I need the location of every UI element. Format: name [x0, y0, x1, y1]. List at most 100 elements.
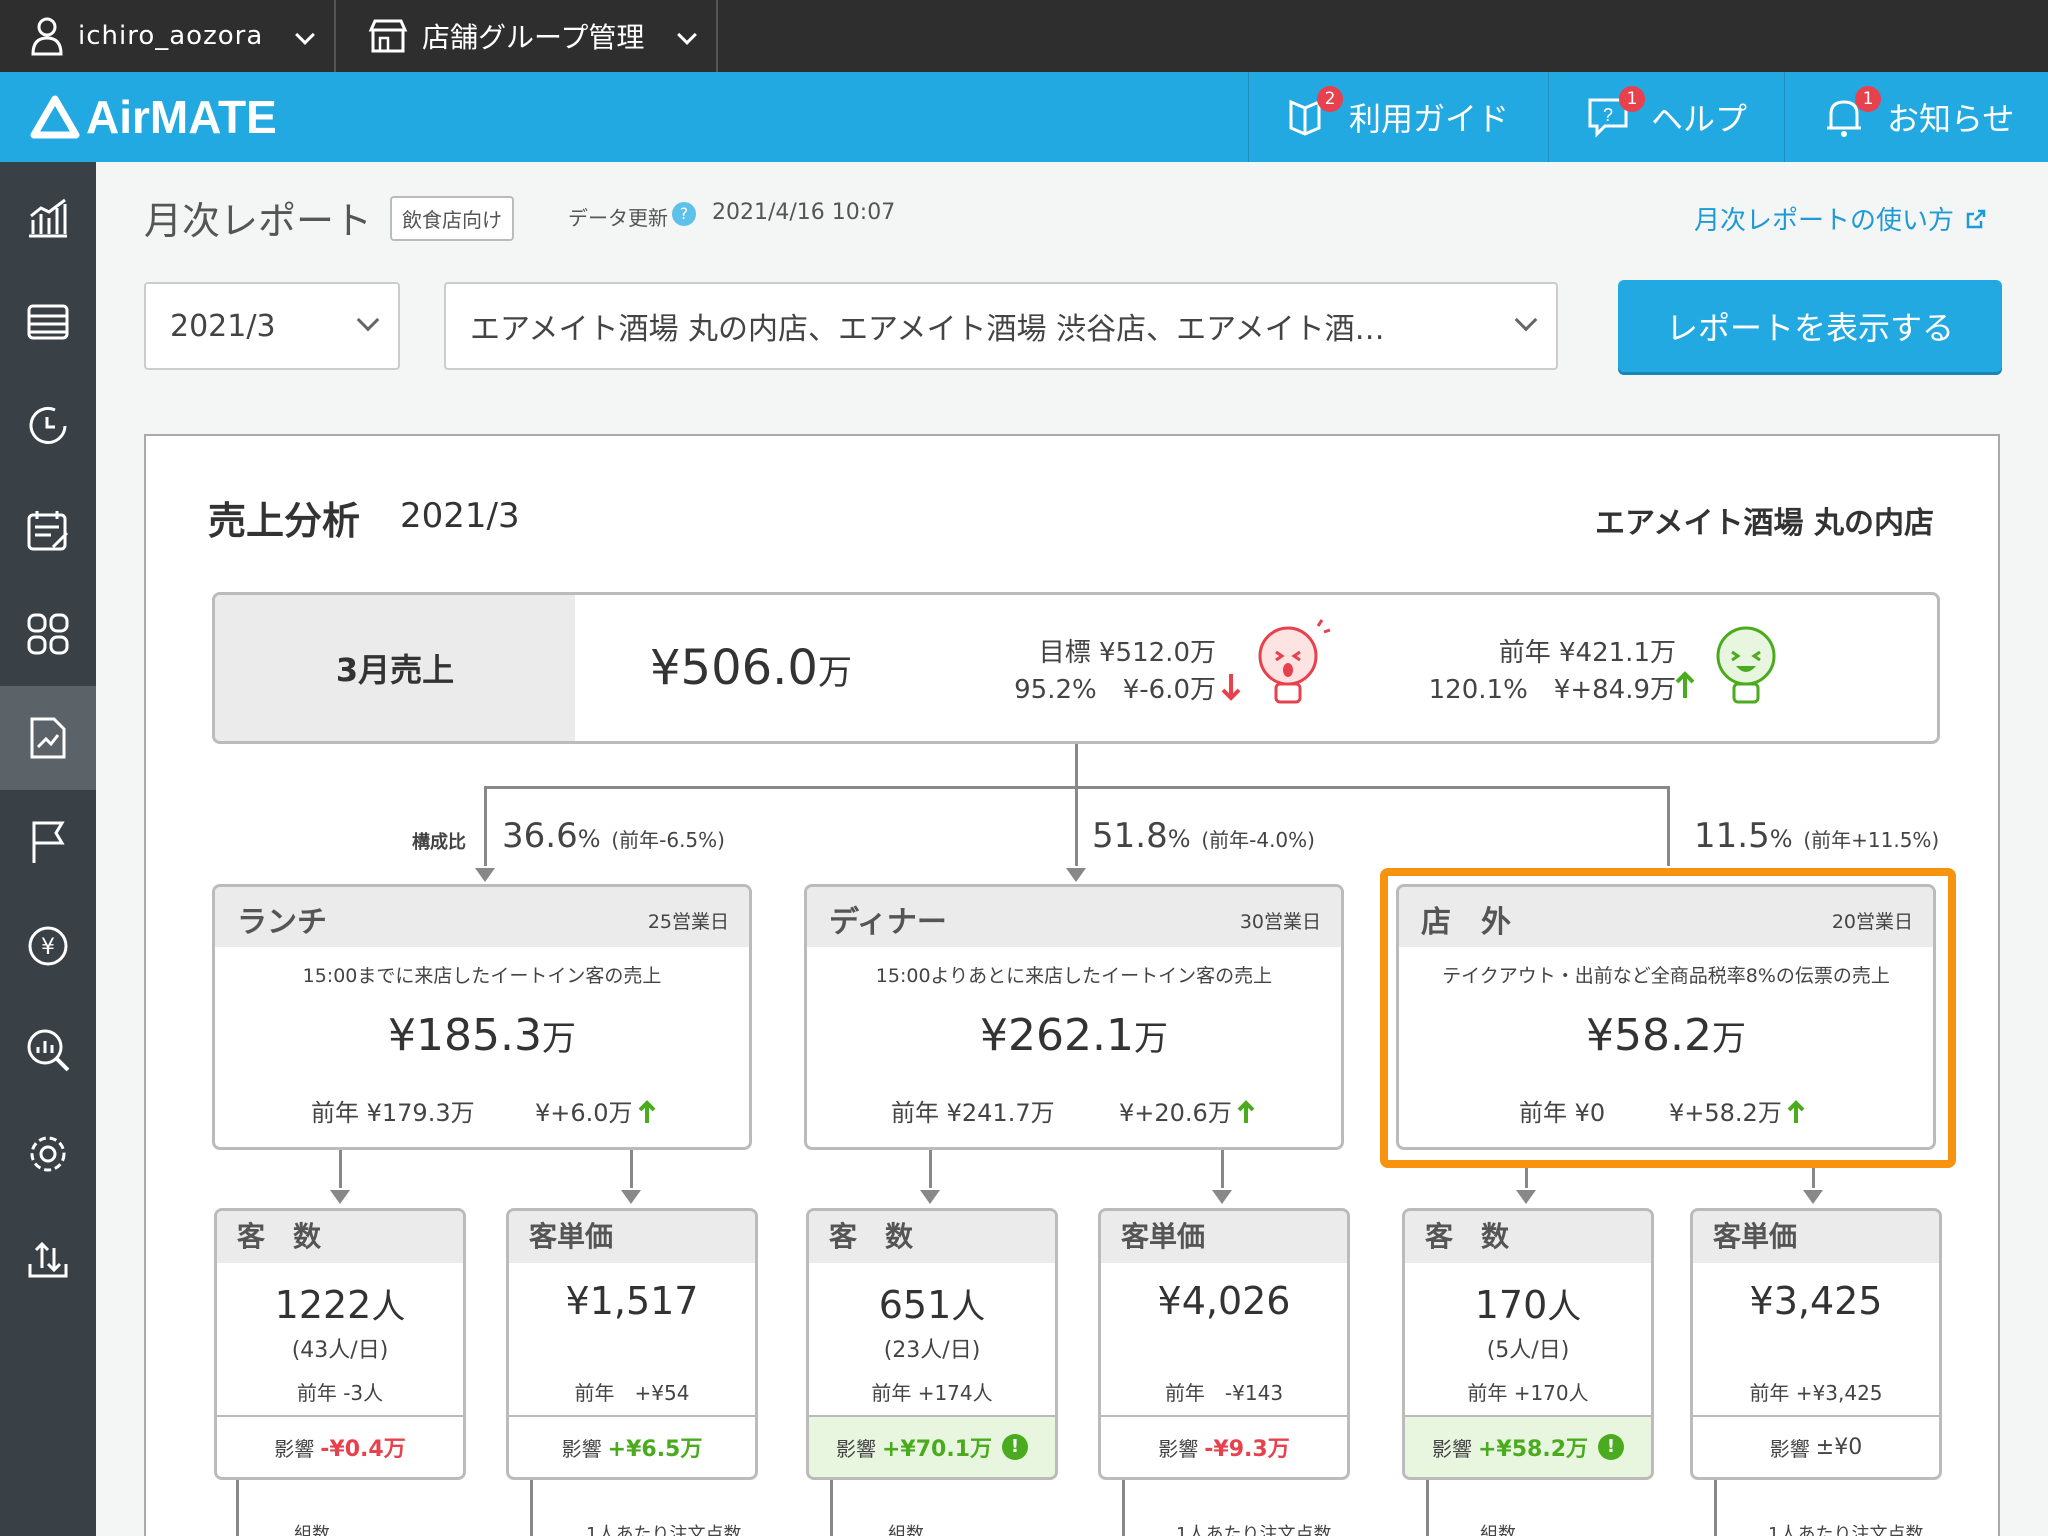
store-value: エアメイト酒場 丸の内店、エアメイト酒場 渋谷店、エアメイト酒… — [470, 312, 1385, 347]
sub-metric-label: 1人あたり注文点数 — [1768, 1524, 1924, 1536]
report-icon — [30, 717, 66, 759]
app-header: AirMATE 2 利用ガイド ? 1 ヘルプ 1 お知らせ — [0, 72, 2048, 162]
grid-icon — [27, 613, 69, 655]
store-group-menu[interactable]: 店舗グループ管理 — [338, 0, 718, 72]
sub-metric-label: 組数 — [1480, 1524, 1516, 1536]
upload-icon — [28, 1241, 68, 1278]
sidebar-item-report[interactable] — [0, 686, 96, 790]
guide-nav[interactable]: 2 利用ガイド — [1248, 72, 1548, 162]
prev-year-comparison: 前年 ¥421.1万 120.1% ¥+84.9万 — [1428, 638, 1676, 705]
metric-prev: 前年 -¥143 — [1164, 1381, 1284, 1405]
segment-prev: 前年 ¥179.3万 — [311, 1099, 475, 1127]
sidebar: ¥ — [0, 162, 96, 1536]
metric-value: ¥3,425 — [1749, 1279, 1883, 1323]
help-badge: 1 — [1619, 86, 1645, 112]
update-label: データ更新 — [568, 206, 668, 230]
metric-title: 客 数 — [217, 1211, 463, 1263]
metric-impact: 影響 -¥0.4万 — [217, 1415, 463, 1477]
svg-text:?: ? — [1603, 105, 1613, 125]
segment-diff: ¥+20.6万 — [1119, 1093, 1256, 1128]
chevron-down-icon — [356, 308, 380, 332]
yen-icon: ¥ — [28, 926, 68, 966]
connector-line — [929, 1150, 932, 1188]
month-select[interactable]: 2021/3 — [144, 282, 400, 370]
segment-amount: ¥185.3万 — [388, 1010, 576, 1061]
store-group-label: 店舗グループ管理 — [422, 21, 645, 54]
store-select[interactable]: エアメイト酒場 丸の内店、エアメイト酒場 渋谷店、エアメイト酒… — [444, 282, 1558, 370]
show-report-button[interactable]: レポートを表示する — [1618, 280, 2002, 372]
metric-title: 客 数 — [809, 1211, 1055, 1263]
metric-value: ¥4,026 — [1157, 1279, 1291, 1323]
table-icon — [27, 304, 69, 340]
connector-line — [1714, 1480, 1717, 1536]
up-arrow-icon — [1675, 671, 1695, 698]
sidebar-item-calendar[interactable] — [0, 478, 96, 582]
arrow-head — [621, 1190, 641, 1204]
connector-line — [1426, 1480, 1429, 1536]
total-sales-label: 3月売上 — [215, 595, 575, 741]
help-question-icon[interactable]: ? — [672, 202, 696, 226]
connector-line — [1075, 786, 1078, 866]
metric-per-day: (43人/日) — [291, 1338, 389, 1363]
sidebar-item-history[interactable] — [0, 374, 96, 478]
segment-prev: 前年 ¥241.7万 — [891, 1099, 1055, 1127]
segment-diff: ¥+6.0万 — [535, 1093, 657, 1128]
logo-mark-icon — [30, 95, 80, 139]
logo-text: AirMATE — [86, 91, 277, 143]
help-nav[interactable]: ? 1 ヘルプ — [1548, 72, 1784, 162]
sidebar-item-settings[interactable] — [0, 1102, 96, 1206]
howto-link[interactable]: 月次レポートの使い方 — [1694, 200, 1988, 237]
guide-badge: 2 — [1317, 86, 1343, 112]
metric-impact: 影響 +¥70.1万! — [809, 1415, 1055, 1477]
news-label: お知らせ — [1887, 100, 2015, 138]
metric-prev: 前年 +¥3,425 — [1749, 1381, 1883, 1405]
connector-line — [1812, 1168, 1815, 1188]
sidebar-item-upload[interactable] — [0, 1206, 96, 1310]
history-icon — [29, 407, 67, 444]
settings-icon — [30, 1136, 66, 1172]
sidebar-item-table[interactable] — [0, 270, 96, 374]
airmate-logo[interactable]: AirMATE — [30, 90, 277, 144]
ratio-dinner: 51.8% (前年-4.0%) — [1092, 816, 1315, 856]
news-nav[interactable]: 1 お知らせ — [1784, 72, 2048, 162]
metric-card-customers[interactable]: 客 数 1222人 (43人/日) 前年 -3人 影響 -¥0.4万 — [214, 1208, 466, 1480]
metric-card-customers[interactable]: 客 数 651人 (23人/日) 前年 +174人 影響 +¥70.1万! — [806, 1208, 1058, 1480]
arrow-head — [475, 868, 495, 882]
page-title: 月次レポート — [144, 199, 373, 243]
metric-title: 客 数 — [1405, 1211, 1651, 1263]
alert-icon: ! — [1598, 1434, 1625, 1460]
section-title: 売上分析 — [208, 499, 361, 543]
arrow-head — [1803, 1190, 1823, 1204]
chevron-down-icon — [677, 25, 697, 45]
happy-bulb-icon — [1716, 626, 1776, 704]
metric-per-day: (5人/日) — [1486, 1338, 1570, 1363]
business-days: 30営業日 — [1239, 911, 1321, 933]
sidebar-item-analysis[interactable] — [0, 998, 96, 1102]
sidebar-item-grid[interactable] — [0, 582, 96, 686]
section-month: 2021/3 — [400, 496, 520, 536]
segment-card-dinner[interactable]: ディナー 30営業日 15:00よりあとに来店したイートイン客の売上 ¥262.1… — [804, 884, 1344, 1150]
arrow-head — [330, 1190, 350, 1204]
metric-card-customers[interactable]: 客 数 170人 (5人/日) 前年 +170人 影響 +¥58.2万! — [1402, 1208, 1654, 1480]
metric-card-unit-price[interactable]: 客単価 ¥1,517 前年 +¥54 影響 +¥6.5万 — [506, 1208, 758, 1480]
segment-card-lunch[interactable]: ランチ 25営業日 15:00までに来店したイートイン客の売上 ¥185.3万 前… — [212, 884, 752, 1150]
sidebar-item-yen[interactable]: ¥ — [0, 894, 96, 998]
connector-line — [1221, 1150, 1224, 1188]
connector-line — [530, 1480, 533, 1536]
sidebar-item-flag[interactable] — [0, 790, 96, 894]
sub-metric-label: 組数 — [888, 1524, 924, 1536]
connector-line — [830, 1480, 833, 1536]
metric-card-unit-price[interactable]: 客単価 ¥4,026 前年 -¥143 影響 -¥9.3万 — [1098, 1208, 1350, 1480]
connector-line — [236, 1480, 239, 1536]
segment-name: ランチ — [237, 905, 327, 940]
sidebar-item-dashboard[interactable] — [0, 166, 96, 270]
target-comparison: 目標 ¥512.0万 95.2% ¥-6.0万 — [1014, 638, 1216, 705]
news-badge: 1 — [1855, 86, 1881, 112]
metric-card-unit-price[interactable]: 客単価 ¥3,425 前年 +¥3,425 影響 ±¥0 — [1690, 1208, 1942, 1480]
account-menu[interactable]: ichiro_aozora — [0, 0, 336, 72]
metric-value: 651人 — [878, 1283, 986, 1327]
metric-per-day: (23人/日) — [883, 1338, 981, 1363]
connector-line — [1075, 744, 1078, 788]
top-bar: ichiro_aozora 店舗グループ管理 — [0, 0, 2048, 72]
update-time: 2021/4/16 10:07 — [712, 200, 896, 225]
